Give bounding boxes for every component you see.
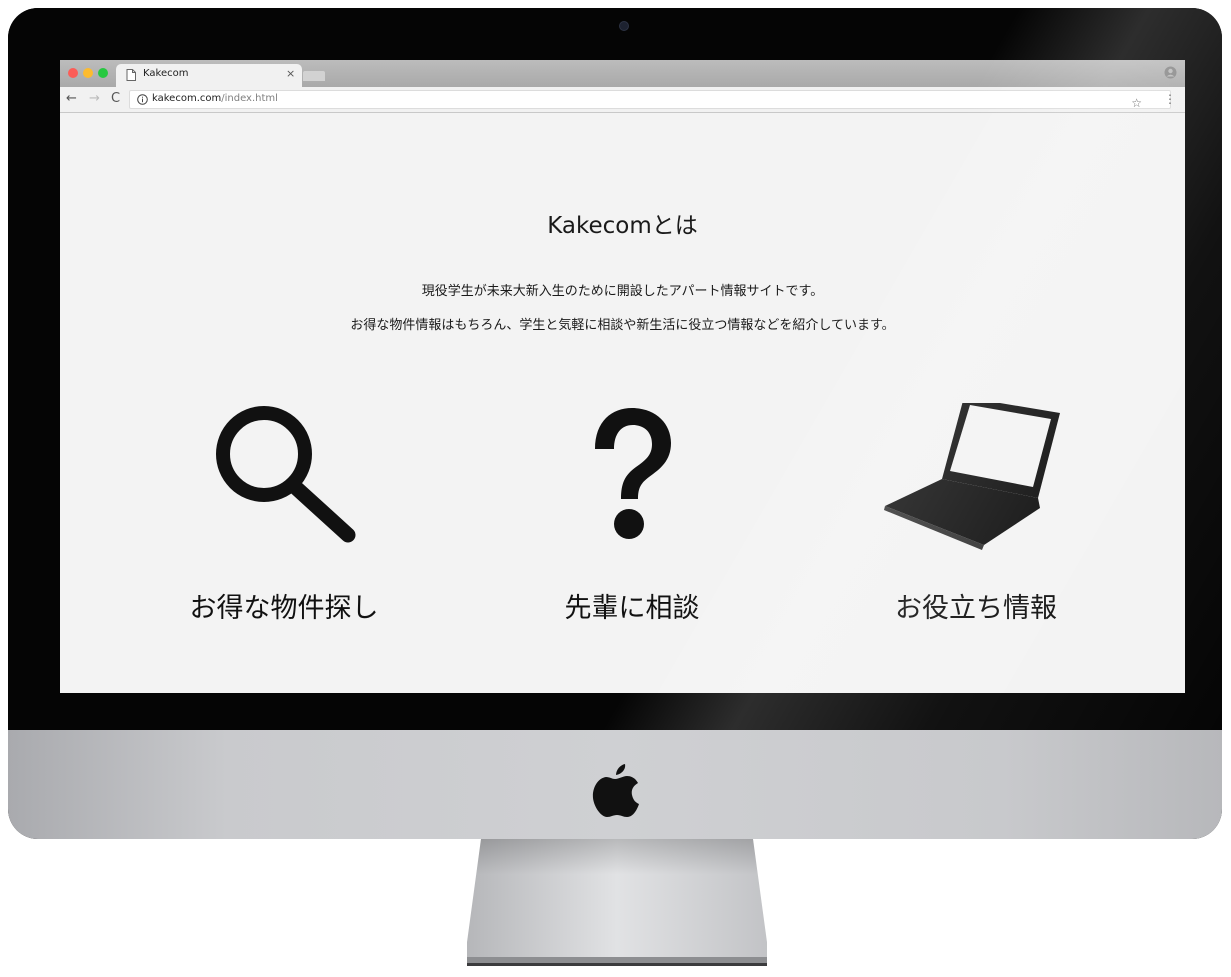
- window-minimize-button[interactable]: [83, 68, 93, 78]
- url-host: kakecom.com: [152, 93, 222, 104]
- apple-logo-icon: [592, 764, 639, 817]
- reload-button[interactable]: C: [111, 92, 120, 106]
- back-button[interactable]: ←: [66, 92, 77, 106]
- screen-bezel: Kakecom × ← → C kakecom.com/index.html ☆…: [8, 8, 1222, 730]
- page-title: Kakecomとは: [547, 213, 698, 239]
- feature-label: 先輩に相談: [564, 593, 700, 624]
- feature-consult-senior[interactable]: 先輩に相談: [472, 403, 792, 633]
- profile-icon[interactable]: [1164, 66, 1177, 79]
- info-icon[interactable]: [137, 94, 148, 105]
- forward-button[interactable]: →: [89, 92, 100, 106]
- browser-menu-icon[interactable]: ⋮: [1164, 92, 1176, 106]
- tab-title: Kakecom: [143, 68, 189, 79]
- browser-window: Kakecom × ← → C kakecom.com/index.html ☆…: [60, 60, 1185, 693]
- imac-frame: Kakecom × ← → C kakecom.com/index.html ☆…: [8, 8, 1222, 839]
- search-icon: [216, 406, 356, 543]
- url-path: /index.html: [221, 93, 278, 104]
- tab-close-icon[interactable]: ×: [286, 67, 295, 80]
- feature-label: お得な物件探し: [189, 593, 379, 624]
- window-close-button[interactable]: [68, 68, 78, 78]
- url-text: kakecom.com/index.html: [152, 93, 278, 104]
- tab-bar: Kakecom ×: [60, 60, 1185, 87]
- address-bar[interactable]: kakecom.com/index.html ☆: [129, 90, 1171, 110]
- description-line-2: お得な物件情報はもちろん、学生と気軽に相談や新生活に役立つ情報などを紹介していま…: [350, 318, 895, 333]
- question-icon: [595, 408, 671, 539]
- feature-property-search[interactable]: お得な物件探し: [124, 403, 444, 633]
- bookmark-star-icon[interactable]: ☆: [1131, 96, 1142, 110]
- feature-useful-info[interactable]: お役立ち情報: [816, 403, 1136, 633]
- tab-kakecom[interactable]: Kakecom ×: [116, 64, 302, 87]
- window-maximize-button[interactable]: [98, 68, 108, 78]
- document-icon: [126, 69, 136, 81]
- new-tab-button[interactable]: [303, 71, 325, 81]
- camera-dot: [619, 21, 629, 31]
- browser-toolbar: ← → C kakecom.com/index.html ☆ ⋮: [60, 87, 1185, 113]
- feature-label: お役立ち情報: [895, 593, 1057, 624]
- laptop-icon: [884, 403, 1060, 550]
- description-line-1: 現役学生が未来大新入生のために開設したアパート情報サイトです。: [421, 284, 824, 299]
- page-content: Kakecomとは 現役学生が未来大新入生のために開設したアパート情報サイトです…: [60, 113, 1185, 693]
- imac-stand: [467, 839, 767, 966]
